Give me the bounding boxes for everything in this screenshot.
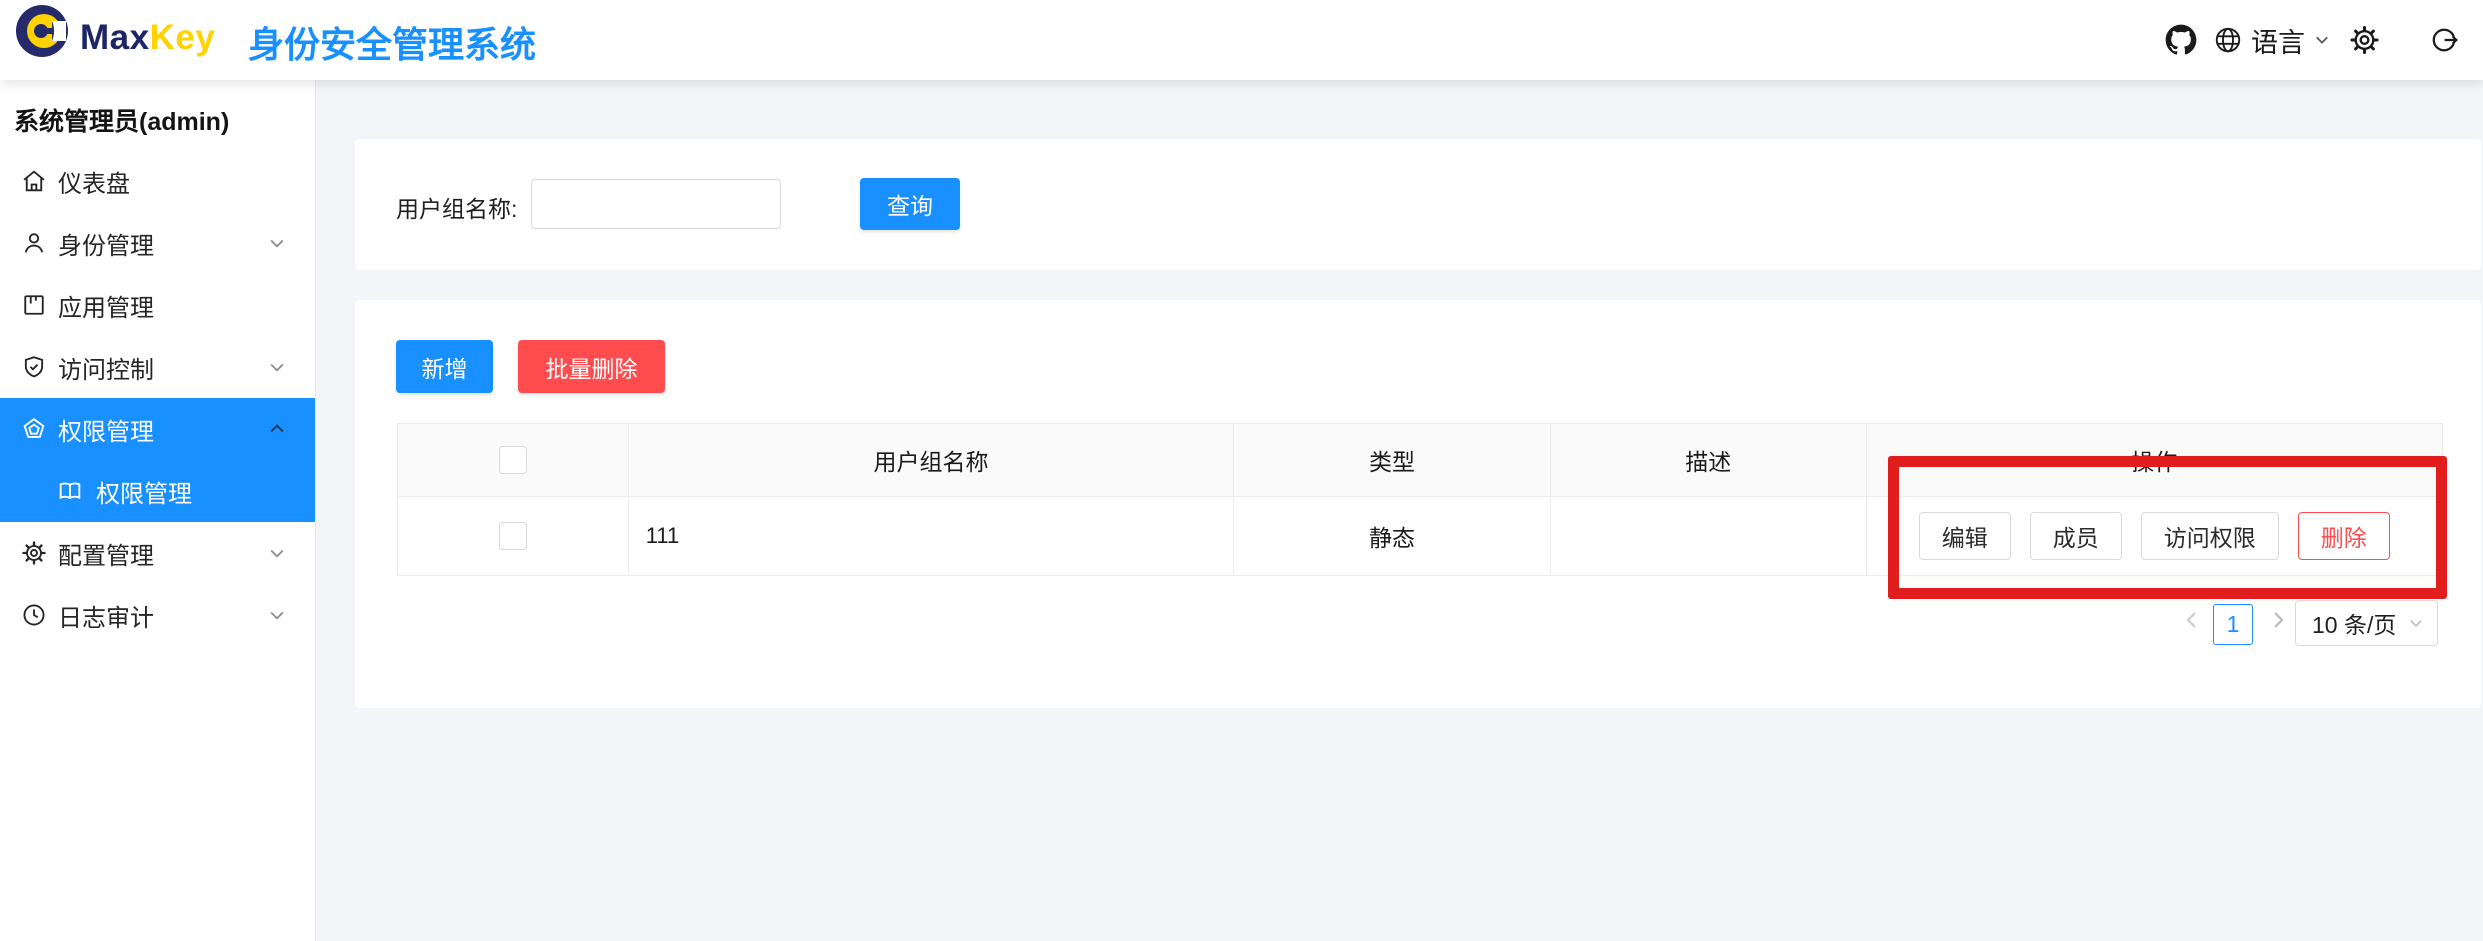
row-select-cell: [398, 497, 628, 576]
chevron-down-icon: [2407, 614, 2425, 632]
cell-actions: 编辑 成员 访问权限 删除: [1866, 497, 2442, 576]
sidebar-item-label: 权限管理: [96, 474, 192, 509]
main-content: 用户组名称: 查询 新增 批量删除 用户组名称 类型 描述 操作: [316, 80, 2483, 941]
brand-max: Max: [80, 18, 150, 57]
row-action-buttons: 编辑 成员 访问权限 删除: [1919, 512, 2390, 560]
top-header: MaxKey 身份安全管理系统 语言: [0, 0, 2483, 80]
table-header-row: 用户组名称 类型 描述 操作: [398, 424, 2442, 497]
logout-icon[interactable]: [2429, 25, 2459, 55]
home-icon: [20, 167, 48, 195]
chevron-down-icon: [267, 233, 287, 253]
maxkey-admin-page: MaxKey 身份安全管理系统 语言: [0, 0, 2483, 941]
brand-key: Key: [150, 18, 216, 57]
sidebar-item-configuration[interactable]: 配置管理: [0, 522, 315, 584]
members-button[interactable]: 成员: [2030, 512, 2122, 560]
header-actions: 操作: [1866, 424, 2442, 497]
shield-check-icon: [20, 353, 48, 381]
user-icon: [20, 229, 48, 257]
search-panel: 用户组名称: 查询: [355, 139, 2481, 270]
cell-description: [1550, 497, 1866, 576]
query-button[interactable]: 查询: [860, 178, 960, 230]
clock-icon: [20, 601, 48, 629]
sidebar-item-label: 身份管理: [58, 226, 154, 261]
sidebar-item-audit-log[interactable]: 日志审计: [0, 584, 315, 646]
chevron-down-icon: [267, 543, 287, 563]
language-selector[interactable]: 语言: [2213, 0, 2331, 80]
cell-group-name: 111: [628, 497, 1233, 576]
pagination-prev-icon[interactable]: [2180, 608, 2204, 632]
group-table: 用户组名称 类型 描述 操作 111 静态 编辑 成员: [397, 423, 2443, 576]
sidebar-item-permissions[interactable]: 权限管理: [0, 398, 315, 460]
page-size-value: 10 条/页: [2296, 606, 2407, 640]
select-all-cell: [398, 424, 628, 497]
brand-wordmark: MaxKey: [80, 18, 215, 58]
select-all-checkbox[interactable]: [499, 446, 527, 474]
sidebar-item-label: 日志审计: [58, 598, 154, 633]
sidebar-item-label: 配置管理: [58, 536, 154, 571]
header-type: 类型: [1233, 424, 1550, 497]
table-row: 111 静态 编辑 成员 访问权限 删除: [398, 497, 2442, 576]
row-checkbox[interactable]: [499, 522, 527, 550]
language-chevron-down-icon: [2313, 31, 2331, 49]
project-icon: [20, 291, 48, 319]
page-title: 身份安全管理系统: [248, 16, 536, 68]
pentagon-icon: [20, 415, 48, 443]
sidebar-item-identity[interactable]: 身份管理: [0, 212, 315, 274]
group-name-input[interactable]: [531, 179, 781, 229]
language-label: 语言: [2251, 21, 2305, 60]
settings-gear-icon[interactable]: [2348, 24, 2381, 57]
sidebar-item-applications[interactable]: 应用管理: [0, 274, 315, 336]
delete-button[interactable]: 删除: [2298, 512, 2390, 560]
github-icon[interactable]: [2165, 24, 2197, 56]
book-icon: [56, 477, 84, 505]
sidebar-item-label: 应用管理: [58, 288, 154, 323]
page-size-select[interactable]: 10 条/页: [2295, 600, 2438, 646]
chevron-down-icon: [267, 357, 287, 377]
sidebar-item-access-control[interactable]: 访问控制: [0, 336, 315, 398]
header-description: 描述: [1550, 424, 1866, 497]
sidebar-item-label: 访问控制: [58, 350, 154, 385]
header-group-name: 用户组名称: [628, 424, 1233, 497]
add-button[interactable]: 新增: [396, 340, 493, 393]
gear-icon: [20, 539, 48, 567]
chevron-down-icon: [267, 605, 287, 625]
pagination-next-icon[interactable]: [2266, 608, 2290, 632]
maxkey-c-logo: [14, 3, 70, 59]
globe-icon: [2213, 25, 2243, 55]
sidebar-user-title: 系统管理员(admin): [14, 102, 229, 138]
pagination-page-1[interactable]: 1: [2213, 604, 2253, 645]
group-name-label: 用户组名称:: [396, 190, 517, 224]
access-permission-button[interactable]: 访问权限: [2141, 512, 2279, 560]
edit-button[interactable]: 编辑: [1919, 512, 2011, 560]
sidebar-subitem-permissions[interactable]: 权限管理: [0, 460, 315, 522]
sidebar-nav: 仪表盘 身份管理 应用管理: [0, 150, 315, 646]
group-list-panel: 新增 批量删除 用户组名称 类型 描述 操作 111 静态: [355, 300, 2481, 708]
sidebar: 系统管理员(admin) 仪表盘 身份管理: [0, 80, 316, 941]
sidebar-item-label: 仪表盘: [58, 164, 130, 199]
cell-type: 静态: [1233, 497, 1550, 576]
chevron-up-icon: [267, 419, 287, 439]
sidebar-item-label: 权限管理: [58, 412, 154, 447]
sidebar-item-dashboard[interactable]: 仪表盘: [0, 150, 315, 212]
batch-delete-button[interactable]: 批量删除: [518, 340, 665, 393]
